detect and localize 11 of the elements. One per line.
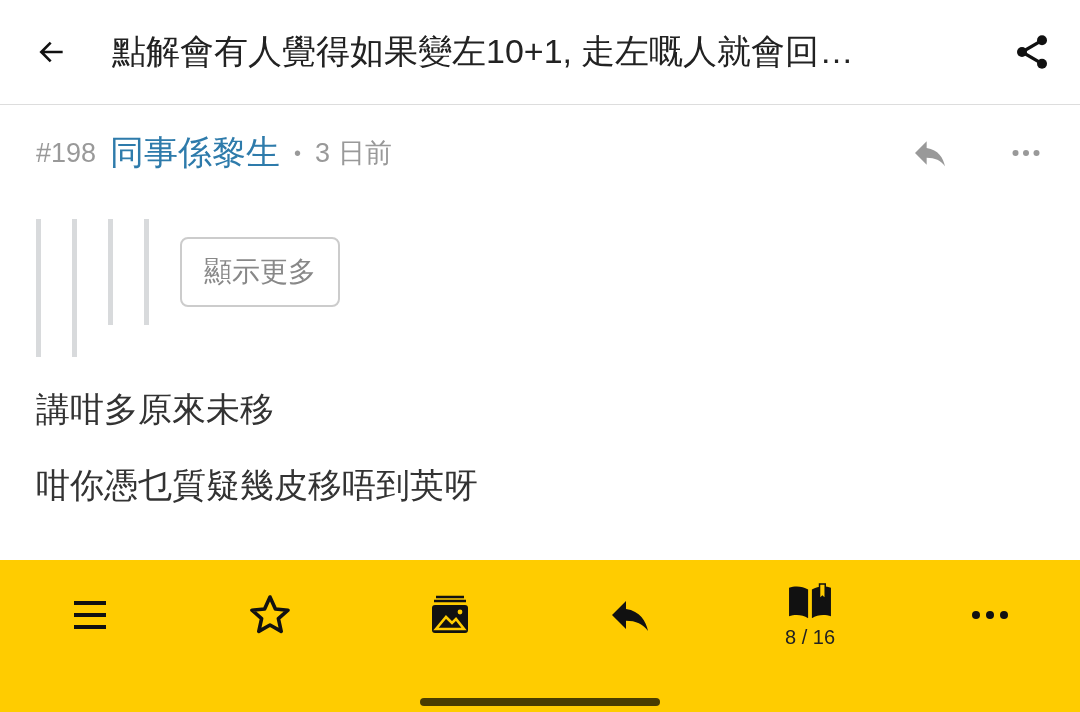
thread-title: 點解會有人覺得如果變左10+1, 走左嘅人就會回… <box>112 31 855 72</box>
separator-dot: • <box>294 141 302 165</box>
more-icon <box>1012 150 1040 156</box>
post-number: #198 <box>36 137 97 169</box>
post-text: 講咁多原來未移 <box>36 389 275 430</box>
post-text: 咁你憑乜質疑幾皮移唔到英呀 <box>36 465 479 506</box>
post-time: 3 日前 <box>315 137 392 170</box>
show-more-button[interactable]: 顯示更多 <box>180 237 340 307</box>
author-link[interactable]: 同事係黎生 <box>110 130 281 176</box>
toolbar-button[interactable]: 8 / 16 <box>720 577 900 653</box>
more-icon <box>972 611 1008 619</box>
